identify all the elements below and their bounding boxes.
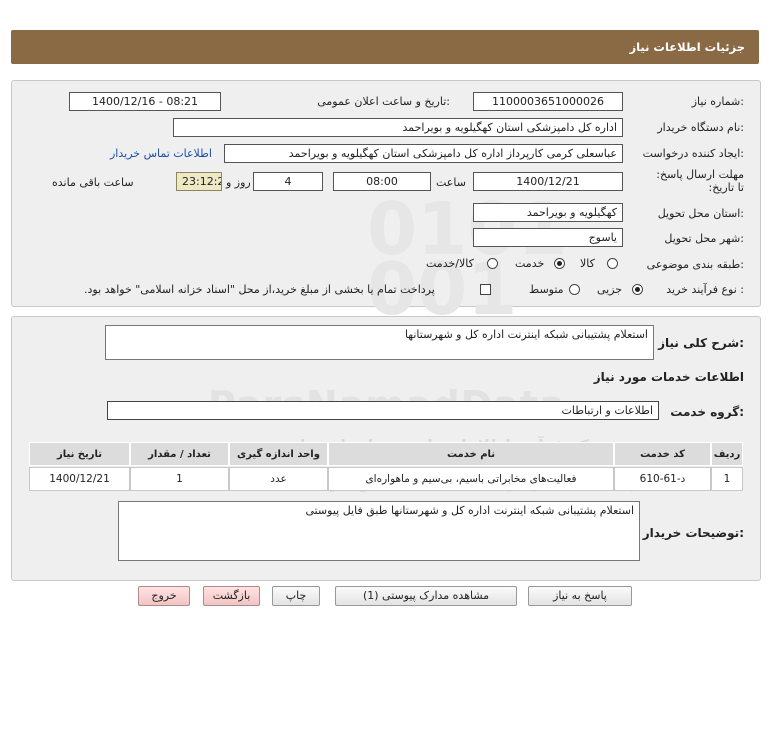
category-radio-goods-service[interactable]: [487, 258, 498, 269]
back-button[interactable]: بازگشت: [203, 586, 260, 606]
announce-field: 1400/12/16 - 08:21: [69, 92, 221, 111]
city-field: یاسوج: [473, 228, 623, 247]
th-unit: واحد اندازه گیری: [229, 442, 328, 466]
service-group-label: گروه خدمت:: [670, 405, 744, 419]
buyer-notes-field: استعلام پشتیبانی شبکه اینترنت اداره کل و…: [118, 501, 640, 561]
category-option-goods-service: کالا/خدمت: [426, 257, 474, 270]
category-label: طبقه بندی موضوعی:: [646, 258, 744, 271]
deadline-time-field: 08:00: [333, 172, 431, 191]
need-number-field: 1100003651000026: [473, 92, 623, 111]
buyer-org-label: نام دستگاه خریدار:: [657, 121, 744, 134]
th-quantity: تعداد / مقدار: [130, 442, 229, 466]
need-number-label: شماره نیاز:: [691, 95, 744, 108]
days-label: روز و: [226, 176, 251, 189]
remaining-label: ساعت باقی مانده: [52, 176, 134, 189]
creator-field: عباسعلی کرمی کارپرداز اداره کل دامپزشکی …: [224, 144, 623, 163]
deadline-date-field: 1400/12/21: [473, 172, 623, 191]
reply-button[interactable]: پاسخ به نیاز: [528, 586, 632, 606]
table-cell-quantity: 1: [130, 467, 229, 491]
print-button[interactable]: چاپ: [272, 586, 320, 606]
days-field: 4: [253, 172, 323, 191]
deadline-label: مهلت ارسال پاسخ: تا تاریخ:: [656, 168, 744, 194]
process-label: نوع فرآیند خرید :: [666, 283, 744, 296]
creator-label: ایجاد کننده درخواست:: [642, 147, 744, 160]
treasury-checkbox[interactable]: [480, 284, 491, 295]
view-attachments-button[interactable]: مشاهده مدارک پیوستی (1): [335, 586, 517, 606]
services-heading: اطلاعات خدمات مورد نیاز: [593, 370, 744, 384]
buyer-notes-label: توضیحات خریدار:: [642, 526, 744, 540]
deadline-time-label: ساعت: [436, 176, 466, 189]
page-title: جزئیات اطلاعات نیاز: [629, 40, 745, 54]
process-option-minor: جزیی: [597, 283, 623, 296]
table-cell-service-code: د-61-610: [614, 467, 711, 491]
category-option-goods: کالا: [580, 257, 595, 270]
th-service-code: کد خدمت: [614, 442, 711, 466]
table-cell-need-date: 1400/12/21: [29, 467, 130, 491]
table-cell-row: 1: [711, 467, 743, 491]
category-radio-service[interactable]: [554, 258, 565, 269]
process-radio-medium[interactable]: [569, 284, 580, 295]
th-need-date: تاریخ نیاز: [29, 442, 130, 466]
th-row: ردیف: [711, 442, 743, 466]
service-group-field: اطلاعات و ارتباطات: [107, 401, 659, 420]
city-label: شهر محل تحویل:: [664, 232, 744, 245]
remaining-time-field: 23:12:29: [176, 172, 222, 191]
summary-field: استعلام پشتیبانی شبکه اینترنت اداره کل و…: [105, 325, 654, 360]
table-cell-service-name: فعالیت‌های مخابراتی باسیم، بی‌سیم و ماهو…: [328, 467, 614, 491]
page-header: جزئیات اطلاعات نیاز: [11, 30, 759, 64]
exit-button[interactable]: خروج: [138, 586, 190, 606]
summary-label: شرح کلی نیاز:: [658, 336, 744, 350]
treasury-text: پرداخت تمام یا بخشی از مبلغ خرید،از محل …: [84, 283, 435, 296]
category-radio-goods[interactable]: [607, 258, 618, 269]
buyer-contact-link[interactable]: اطلاعات تماس خریدار: [110, 147, 212, 160]
table-cell-unit: عدد: [229, 467, 328, 491]
process-option-medium: متوسط: [529, 283, 564, 296]
th-service-name: نام خدمت: [328, 442, 614, 466]
process-radio-minor[interactable]: [632, 284, 643, 295]
buyer-org-field: اداره کل دامپزشکی استان کهگیلویه و بویرا…: [173, 118, 623, 137]
province-label: استان محل تحویل:: [657, 207, 744, 220]
province-field: کهگیلویه و بویراحمد: [473, 203, 623, 222]
announce-label: تاریخ و ساعت اعلان عمومی:: [317, 95, 450, 108]
category-option-service: خدمت: [515, 257, 545, 270]
